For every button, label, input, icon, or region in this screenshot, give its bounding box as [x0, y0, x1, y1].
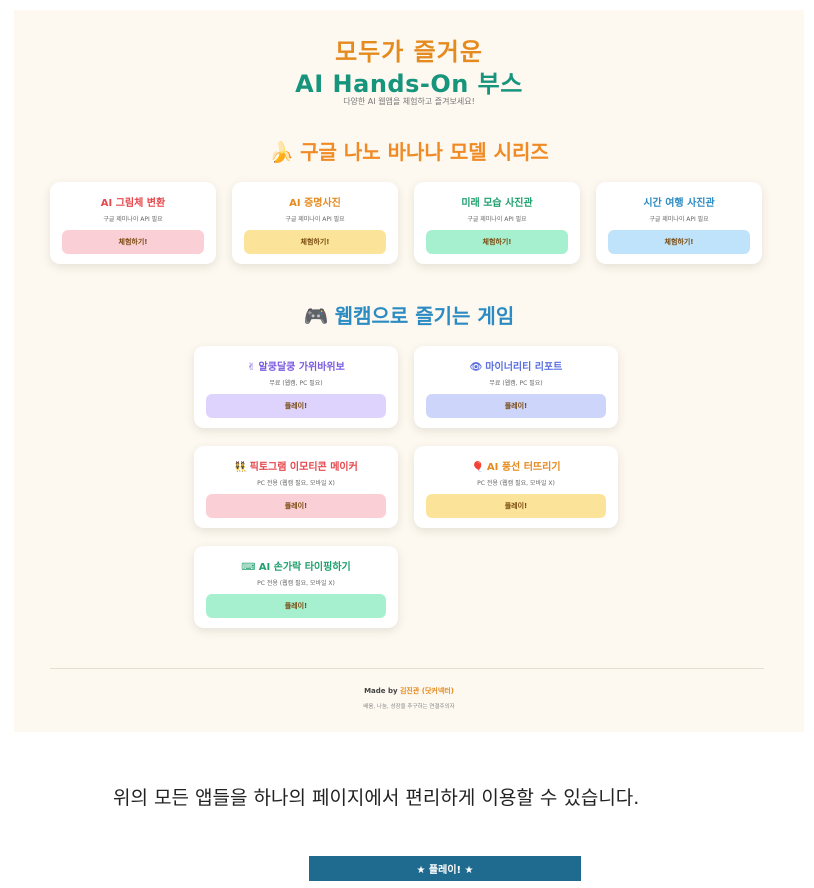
eye-icon: 👁 [469, 362, 483, 373]
card-desc: 무료 (웹캠, PC 필요) [489, 380, 543, 387]
gamepad-icon: 🎮 [303, 304, 329, 328]
card-desc: PC 전용 (웹캠 필요, 모바일 X) [257, 480, 335, 487]
booth-page-preview: 모두가 즐거운 AI Hands-On 부스 다양한 AI 웹앱을 체험하고 즐… [14, 10, 804, 732]
play-button[interactable]: 플레이! [426, 394, 606, 418]
card-title: 👁 마이너리티 리포트 [414, 358, 618, 373]
hero-title-line1: 모두가 즐거운 [335, 38, 483, 66]
card-title: 🎈 AI 풍선 터뜨리기 [414, 458, 618, 473]
card-desc: PC 전용 (웹캠 필요, 모바일 X) [257, 580, 335, 587]
balloon-icon: 🎈 [471, 462, 484, 473]
play-button[interactable]: 플레이! [206, 394, 386, 418]
try-button[interactable]: 체험하기! [62, 230, 204, 254]
card-title-text: 알쿵달쿵 가위바위보 [258, 362, 345, 373]
try-button[interactable]: 체험하기! [608, 230, 750, 254]
card-title-text: AI 풍선 터뜨리기 [486, 462, 561, 473]
banana-icon: 🍌 [269, 140, 295, 164]
made-by-credit: Made by 김진관 (닷커넥터) [14, 686, 804, 696]
section-title-nano-banana: 🍌 구글 나노 바나나 모델 시리즈 [14, 136, 804, 165]
card-rock-paper-scissors: ✌ 알쿵달쿵 가위바위보 무료 (웹캠, PC 필요) 플레이! [194, 346, 398, 428]
card-title-text: AI 손가락 타이핑하기 [258, 562, 351, 573]
card-desc: 구글 제미나이 API 필요 [649, 216, 709, 223]
card-title-text: 픽토그램 이모티콘 메이커 [249, 462, 358, 473]
card-ai-id-photo: AI 증명사진 구글 제미나이 API 필요 체험하기! [232, 182, 398, 264]
card-title-text: 마이너리티 리포트 [485, 362, 563, 373]
section-title-webcam-games: 🎮 웹캠으로 즐기는 게임 [14, 300, 804, 329]
play-button[interactable]: 플레이! [426, 494, 606, 518]
hero-subtitle: 다양한 AI 웹앱을 체험하고 즐겨보세요! [343, 97, 475, 106]
author-link[interactable]: 김진관 (닷커넥터) [400, 687, 454, 695]
people-dancing-icon: 👯 [234, 462, 247, 473]
hero-title-line2: AI Hands-On 부스 [295, 70, 523, 98]
card-desc: 구글 제미나이 API 필요 [467, 216, 527, 223]
section-title-text: 웹캠으로 즐기는 게임 [334, 304, 515, 328]
play-button[interactable]: 플레이! [206, 494, 386, 518]
card-title: ⌨ AI 손가락 타이핑하기 [194, 558, 398, 573]
card-ai-finger-typing: ⌨ AI 손가락 타이핑하기 PC 전용 (웹캠 필요, 모바일 X) 플레이! [194, 546, 398, 628]
card-desc: 구글 제미나이 API 필요 [103, 216, 163, 223]
notice-text: 위의 모든 앱들을 하나의 페이지에서 편리하게 이용할 수 있습니다. [113, 787, 640, 809]
made-by-prefix: Made by [364, 687, 400, 695]
card-ai-balloon-pop: 🎈 AI 풍선 터뜨리기 PC 전용 (웹캠 필요, 모바일 X) 플레이! [414, 446, 618, 528]
section-title-text: 구글 나노 바나나 모델 시리즈 [300, 140, 549, 164]
card-title: ✌ 알쿵달쿵 가위바위보 [194, 358, 398, 373]
card-ai-art-style: AI 그림체 변환 구글 제미나이 API 필요 체험하기! [50, 182, 216, 264]
card-minority-report: 👁 마이너리티 리포트 무료 (웹캠, PC 필요) 플레이! [414, 346, 618, 428]
play-button[interactable]: 플레이! [206, 594, 386, 618]
card-desc: PC 전용 (웹캠 필요, 모바일 X) [477, 480, 555, 487]
card-title: AI 증명사진 [289, 198, 341, 209]
footer-divider [50, 668, 764, 669]
card-title: 시간 여행 사진관 [643, 198, 715, 209]
card-title: 미래 모습 사진관 [461, 198, 533, 209]
card-title: 👯 픽토그램 이모티콘 메이커 [194, 458, 398, 473]
card-time-travel-photo: 시간 여행 사진관 구글 제미나이 API 필요 체험하기! [596, 182, 762, 264]
card-desc: 무료 (웹캠, PC 필요) [269, 380, 323, 387]
card-desc: 구글 제미나이 API 필요 [285, 216, 345, 223]
try-button[interactable]: 체험하기! [426, 230, 568, 254]
card-future-photo: 미래 모습 사진관 구글 제미나이 API 필요 체험하기! [414, 182, 580, 264]
card-pictogram-emoticon-maker: 👯 픽토그램 이모티콘 메이커 PC 전용 (웹캠 필요, 모바일 X) 플레이! [194, 446, 398, 528]
footer-motto: 배움, 나눔, 성장을 추구하는 연결주의자 [363, 704, 455, 710]
keyboard-icon: ⌨ [241, 562, 256, 573]
card-title: AI 그림체 변환 [100, 198, 166, 209]
victory-hand-icon: ✌ [247, 362, 256, 373]
main-play-button[interactable]: ★ 플레이! ★ [309, 856, 581, 881]
try-button[interactable]: 체험하기! [244, 230, 386, 254]
